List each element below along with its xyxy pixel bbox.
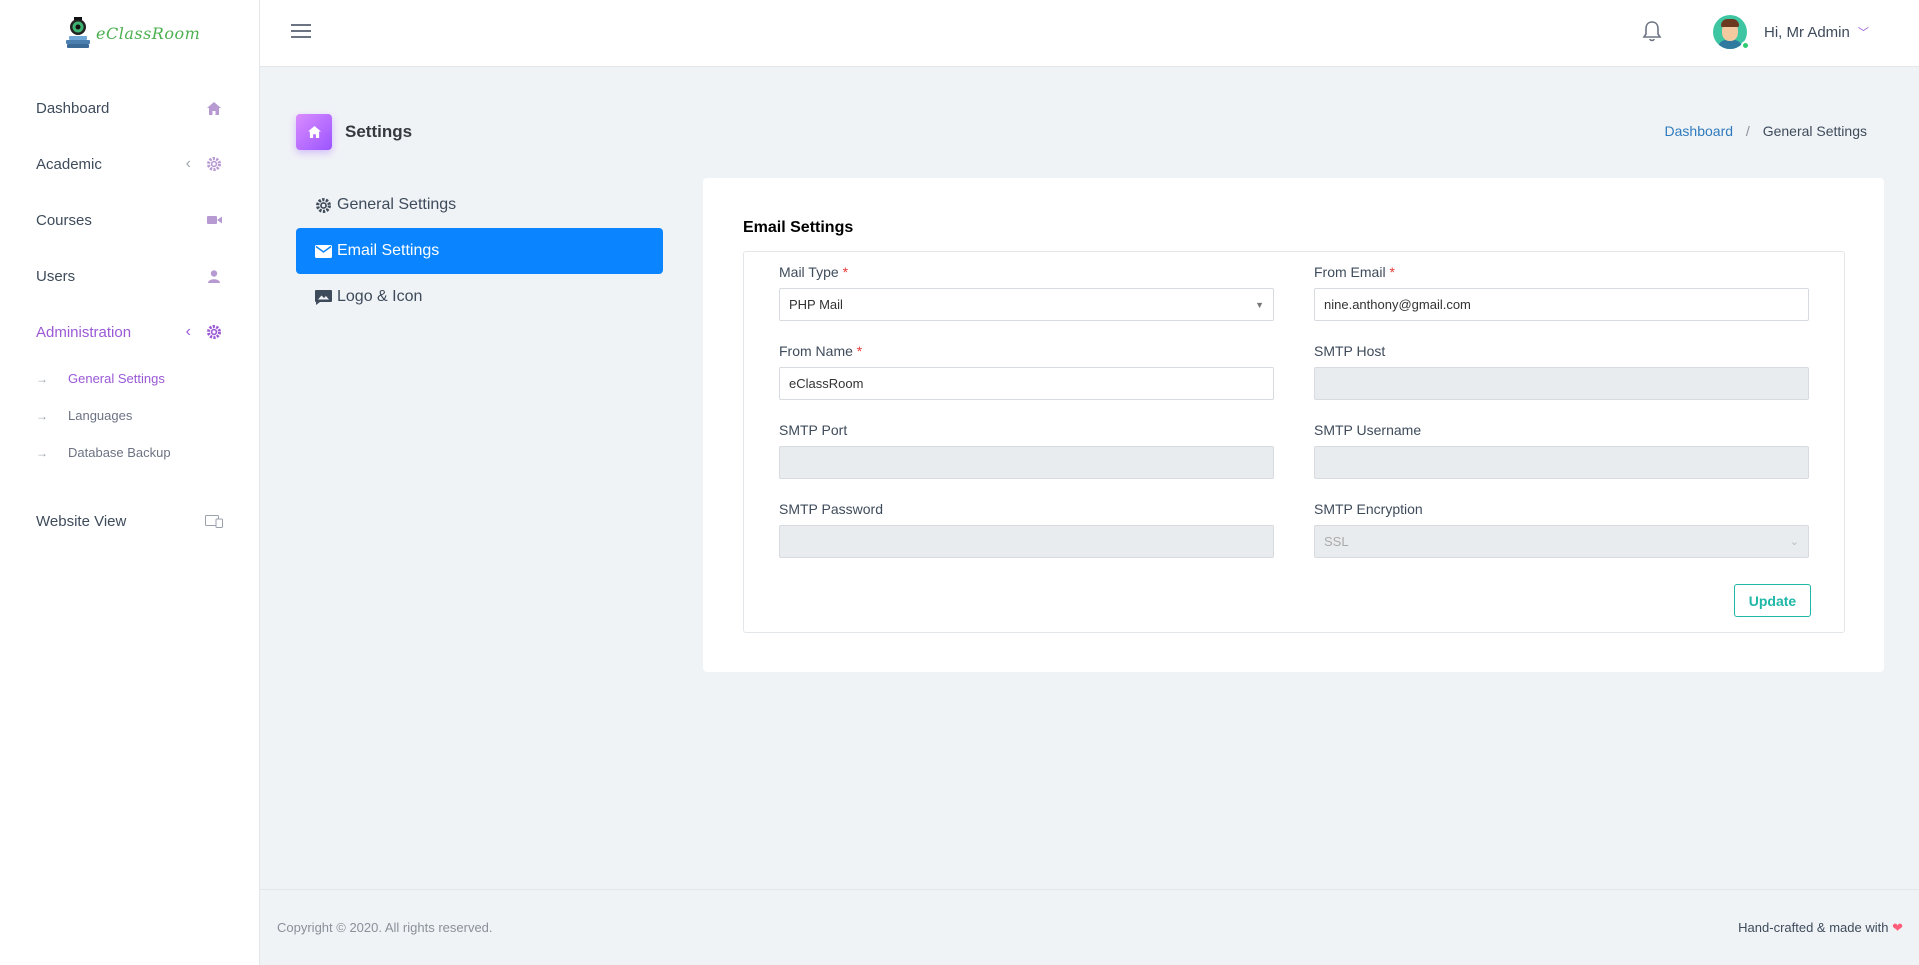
chevron-down-icon: ﹀ [1857, 27, 1869, 39]
smtp-port-input[interactable] [779, 446, 1274, 479]
field-label: SMTP Password [779, 501, 883, 517]
smtp-encryption-select[interactable]: SSL ⌄ [1314, 525, 1809, 558]
settings-tab-general[interactable]: General Settings [296, 182, 663, 228]
made-with-text: Hand-crafted & made with ❤ [1738, 920, 1903, 935]
field-label: SMTP Encryption [1314, 501, 1423, 517]
smtp-host-field: SMTP Host [1314, 343, 1809, 400]
chevron-left-icon: ‹ [185, 323, 191, 340]
home-icon [296, 114, 332, 150]
sidebar-subitem-label: Languages [68, 408, 133, 423]
sidebar-item-label: Website View [36, 512, 127, 530]
user-icon [205, 267, 223, 285]
devices-icon [205, 512, 223, 530]
settings-tab-label: Logo & Icon [337, 288, 423, 305]
settings-nav: General Settings Email Settings Logo & I… [296, 182, 663, 320]
caret-down-icon: ▼ [1255, 299, 1264, 310]
sidebar-item-label: Courses [36, 211, 92, 229]
sidebar-item-label: Dashboard [36, 99, 110, 117]
field-label: SMTP Username [1314, 422, 1422, 438]
field-label: SMTP Port [779, 422, 848, 438]
gear-icon [205, 155, 223, 173]
sidebar-item-academic[interactable]: Academic ‹ [0, 136, 259, 192]
user-menu[interactable]: Hi, Mr Admin ﹀ [1713, 15, 1869, 50]
breadcrumb-dashboard-link[interactable]: Dashboard [1665, 123, 1734, 139]
settings-tab-label: General Settings [337, 196, 457, 213]
from-email-field: From Email * nine.anthony@gmail.com [1314, 264, 1809, 321]
settings-tab-logo[interactable]: Logo & Icon [296, 274, 663, 320]
sidebar-subitem-label: General Settings [68, 371, 165, 386]
settings-tab-email[interactable]: Email Settings [296, 228, 663, 274]
gear-icon [205, 323, 223, 341]
envelope-icon [314, 242, 332, 260]
sidebar-nav: Dashboard Academic ‹ Courses Users Admin… [0, 80, 259, 549]
arrow-right-icon: → [36, 408, 48, 423]
logo-icon [64, 16, 92, 50]
smtp-username-field: SMTP Username [1314, 422, 1809, 479]
breadcrumb: Dashboard / General Settings [1665, 123, 1867, 139]
field-label: From Name * [779, 343, 863, 359]
arrow-right-icon: → [36, 445, 48, 460]
sidebar-subitem-label: Database Backup [68, 445, 171, 460]
email-settings-form: Mail Type * PHP Mail ▼ From Email * nine… [743, 251, 1845, 633]
update-button[interactable]: Update [1734, 584, 1811, 617]
sidebar-subitem-database-backup[interactable]: → Database Backup [36, 434, 259, 471]
smtp-username-input[interactable] [1314, 446, 1809, 479]
page-header: Settings [296, 114, 412, 150]
field-label: Mail Type * [779, 264, 849, 280]
top-header: Hi, Mr Admin ﹀ [260, 0, 1919, 67]
footer: Copyright © 2020. All rights reserved. H… [260, 889, 1919, 965]
app-logo[interactable]: eClassRoom [0, 0, 259, 66]
smtp-password-input[interactable] [779, 525, 1274, 558]
chevron-down-icon: ⌄ [1789, 536, 1799, 548]
user-greeting: Hi, Mr Admin [1764, 23, 1850, 41]
arrow-right-icon: → [36, 371, 48, 386]
image-icon [314, 288, 332, 306]
sidebar-subitem-languages[interactable]: → Languages [36, 397, 259, 434]
email-settings-card: Email Settings Mail Type * PHP Mail ▼ Fr… [703, 178, 1884, 672]
field-label: SMTP Host [1314, 343, 1386, 359]
logo-text: eClassRoom [96, 23, 201, 43]
from-name-input[interactable]: eClassRoom [779, 367, 1274, 400]
field-label: From Email * [1314, 264, 1395, 280]
breadcrumb-current: General Settings [1762, 123, 1867, 139]
sidebar-subitem-general-settings[interactable]: → General Settings [36, 360, 259, 397]
sidebar-item-label: Administration [36, 323, 132, 341]
smtp-host-input[interactable] [1314, 367, 1809, 400]
gear-icon [314, 196, 332, 214]
smtp-port-field: SMTP Port [779, 422, 1274, 479]
video-icon [205, 211, 223, 229]
sidebar-item-dashboard[interactable]: Dashboard [0, 80, 259, 136]
page-title: Settings [345, 122, 413, 141]
heart-icon: ❤ [1892, 920, 1903, 935]
mail-type-field: Mail Type * PHP Mail ▼ [779, 264, 1274, 321]
home-icon [205, 99, 223, 117]
copyright-text: Copyright © 2020. All rights reserved. [277, 920, 493, 935]
smtp-password-field: SMTP Password [779, 501, 1274, 558]
smtp-encryption-field: SMTP Encryption SSL ⌄ [1314, 501, 1809, 558]
breadcrumb-separator: / [1745, 123, 1750, 139]
sidebar-item-label: Users [36, 267, 76, 285]
sidebar: eClassRoom Dashboard Academic ‹ Courses … [0, 0, 260, 965]
administration-submenu: → General Settings → Languages → Databas… [0, 360, 259, 471]
settings-tab-label: Email Settings [337, 242, 440, 259]
sidebar-item-courses[interactable]: Courses [0, 192, 259, 248]
sidebar-item-label: Academic [36, 155, 102, 173]
from-email-input[interactable]: nine.anthony@gmail.com [1314, 288, 1809, 321]
bell-icon[interactable] [1642, 20, 1662, 45]
mail-type-select[interactable]: PHP Mail ▼ [779, 288, 1274, 321]
sidebar-item-users[interactable]: Users [0, 248, 259, 304]
card-title: Email Settings [743, 219, 854, 236]
menu-toggle-icon[interactable] [291, 24, 311, 38]
from-name-field: From Name * eClassRoom [779, 343, 1274, 400]
sidebar-item-website-view[interactable]: Website View [0, 493, 259, 549]
online-status-dot [1741, 41, 1750, 50]
chevron-left-icon: ‹ [185, 155, 191, 172]
sidebar-item-administration[interactable]: Administration ‹ [0, 304, 259, 360]
